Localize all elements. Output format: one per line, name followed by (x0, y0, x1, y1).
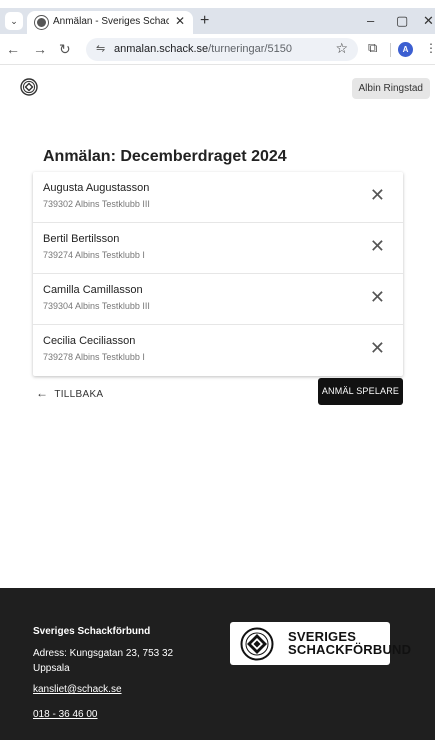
tab-close-icon[interactable]: ✕ (175, 14, 185, 28)
bookmark-star-icon[interactable]: ☆ (335, 40, 348, 57)
player-list: Augusta Augustasson 739302 Albins Testkl… (33, 172, 403, 376)
new-tab-icon[interactable]: + (200, 12, 209, 30)
player-name: Cecilia Ceciliasson (43, 335, 136, 347)
remove-player-icon[interactable]: ✕ (370, 186, 385, 204)
page-title: Anmälan: Decemberdraget 2024 (43, 148, 287, 165)
player-row: Cecilia Ceciliasson 739278 Albins Testkl… (33, 325, 403, 376)
player-name: Bertil Bertilsson (43, 233, 120, 245)
footer-phone-link[interactable]: 018 - 36 46 00 (33, 709, 98, 720)
minimize-icon[interactable]: – (367, 13, 374, 28)
chess-federation-logo-icon[interactable] (20, 78, 38, 101)
player-row: Camilla Camillasson 739304 Albins Testkl… (33, 274, 403, 325)
player-row: Bertil Bertilsson 739274 Albins Testklub… (33, 223, 403, 274)
browser-tabstrip: ⌄ Anmälan - Sveriges Schackförb ✕ + – ▢ … (0, 8, 435, 34)
url-host: anmalan.schack.se (114, 43, 209, 55)
player-row: Augusta Augustasson 739302 Albins Testkl… (33, 172, 403, 223)
remove-player-icon[interactable]: ✕ (370, 288, 385, 306)
footer-logo-text: SVERIGES SCHACKFÖRBUND (288, 630, 411, 656)
register-player-button[interactable]: ANMÄL SPELARE (318, 378, 403, 405)
favicon-icon (35, 16, 48, 29)
player-name: Augusta Augustasson (43, 182, 150, 194)
profile-avatar[interactable]: A (398, 42, 413, 57)
back-arrow-icon[interactable]: ← (6, 41, 20, 57)
back-link[interactable]: ← TILLBAKA (36, 386, 103, 400)
remove-player-icon[interactable]: ✕ (370, 237, 385, 255)
forward-arrow-icon[interactable]: → (33, 41, 47, 57)
player-meta: 739304 Albins Testklubb III (43, 301, 150, 311)
toolbar-divider (390, 43, 391, 57)
back-label: TILLBAKA (54, 389, 104, 400)
back-arrow-icon: ← (36, 386, 49, 400)
caption-strip (0, 0, 435, 8)
address-bar[interactable]: ⇋ anmalan.schack.se/turneringar/5150 ☆ (86, 38, 358, 61)
tab-title: Anmälan - Sveriges Schackförb (53, 16, 169, 27)
player-meta: 739302 Albins Testklubb III (43, 199, 150, 209)
browser-toolbar: ← → ↻ ⇋ anmalan.schack.se/turneringar/51… (0, 34, 435, 64)
logo-line-2: SCHACKFÖRBUND (288, 642, 412, 657)
site-settings-icon[interactable]: ⇋ (96, 42, 105, 55)
federation-emblem-icon (240, 627, 274, 661)
extensions-icon[interactable]: ⧉ (368, 40, 377, 56)
footer-email-link[interactable]: kansliet@schack.se (33, 684, 122, 695)
url-text: anmalan.schack.se/turneringar/5150 (114, 43, 292, 55)
remove-player-icon[interactable]: ✕ (370, 339, 385, 357)
close-window-icon[interactable]: ✕ (423, 13, 434, 29)
player-meta: 739274 Albins Testklubb I (43, 250, 145, 260)
player-name: Camilla Camillasson (43, 284, 143, 296)
url-path: /turneringar/5150 (208, 43, 292, 55)
browser-tab[interactable]: Anmälan - Sveriges Schackförb ✕ (27, 11, 193, 34)
maximize-icon[interactable]: ▢ (396, 13, 408, 29)
footer-org-name: Sveriges Schackförbund (33, 626, 151, 637)
site-header: Albin Ringstad (0, 64, 435, 110)
tab-search-icon[interactable]: ⌄ (5, 12, 23, 30)
reload-icon[interactable]: ↻ (59, 41, 71, 58)
site-footer: Sveriges Schackförbund Adress: Kungsgata… (0, 588, 435, 740)
player-meta: 739278 Albins Testklubb I (43, 352, 145, 362)
footer-logo[interactable]: SVERIGES SCHACKFÖRBUND (230, 622, 411, 665)
menu-kebab-icon[interactable]: ⋮ (425, 41, 435, 55)
user-menu-button[interactable]: Albin Ringstad (351, 78, 430, 99)
footer-address: Adress: Kungsgatan 23, 753 32 Uppsala (33, 648, 174, 674)
